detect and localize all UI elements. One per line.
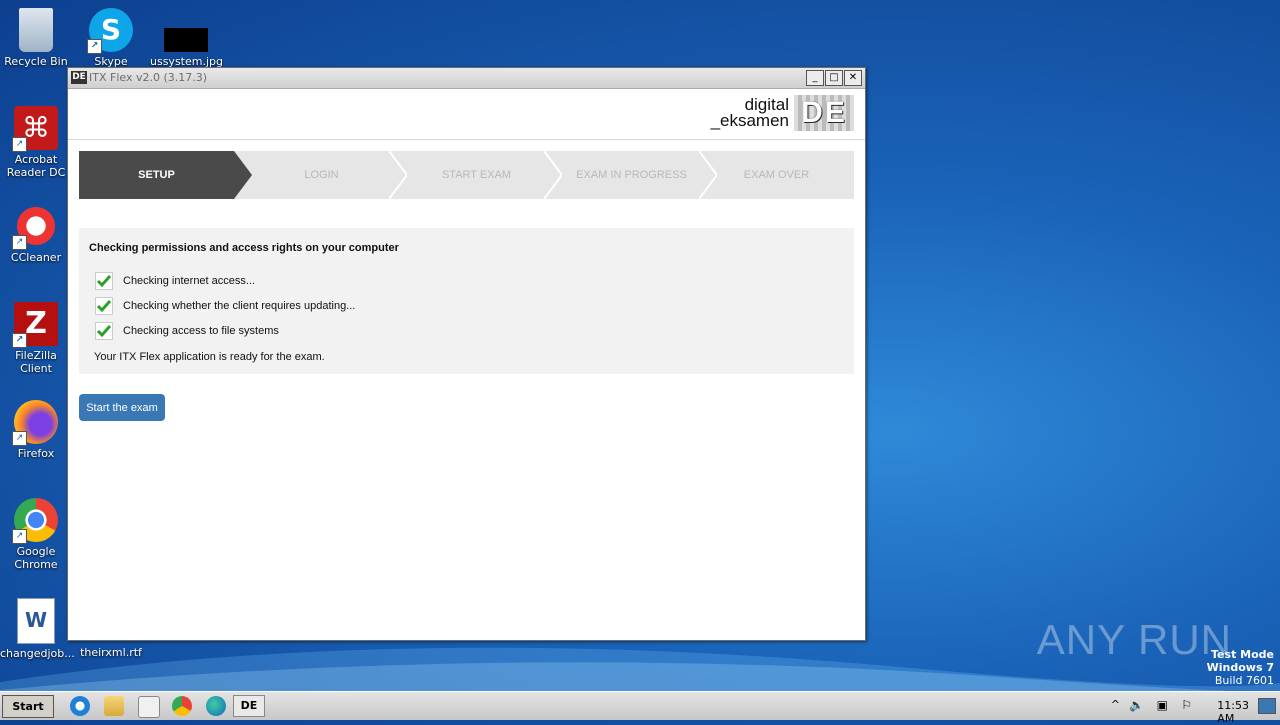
- file-explorer-icon[interactable]: [104, 696, 124, 716]
- panel-heading: Checking permissions and access rights o…: [89, 242, 399, 254]
- maximize-button[interactable]: □: [825, 70, 843, 86]
- media-player-icon[interactable]: [138, 696, 160, 718]
- build-line: Build 7601: [1214, 674, 1274, 687]
- desktop-icon-ccleaner[interactable]: ↗ CCleaner: [0, 204, 72, 264]
- start-label: Start: [12, 700, 44, 713]
- network-icon[interactable]: ▣: [1157, 698, 1168, 712]
- window-title: ITX Flex v2.0 (3.17.3): [89, 71, 208, 84]
- acrobat-icon: ⌘ ↗: [12, 106, 58, 152]
- checkmark-icon: [95, 322, 113, 340]
- desktop-icon-ussystem[interactable]: ussystem.jpg: [150, 8, 223, 68]
- step-separator-icon: [544, 151, 562, 199]
- action-center-flag-icon[interactable]: ⚐: [1181, 698, 1192, 712]
- ccleaner-icon: ↗: [12, 204, 58, 250]
- window-controls: _ □ ✕: [806, 70, 862, 86]
- desktop-icon-label: theirxml.rtf: [80, 646, 142, 659]
- internet-explorer-icon[interactable]: [70, 696, 90, 716]
- desktop-icon-label: changedjob...: [0, 647, 75, 660]
- ready-message: Your ITX Flex application is ready for t…: [94, 351, 325, 363]
- shortcut-arrow-icon: ↗: [12, 137, 27, 152]
- step-exam-over: EXAM OVER: [743, 169, 810, 181]
- desktop-icon-recycle-bin[interactable]: Recycle Bin: [0, 8, 72, 68]
- chrome-taskbar-icon[interactable]: [172, 696, 192, 716]
- check-label: Checking internet access...: [123, 275, 256, 287]
- desktop-icon-skype[interactable]: S ↗ Skype: [75, 8, 147, 68]
- shortcut-arrow-icon: ↗: [12, 235, 27, 250]
- taskbar-itx-flex-button[interactable]: DE: [233, 695, 265, 717]
- desktop-icon-label: Acrobat Reader DC: [6, 153, 66, 179]
- desktop-icon-label: FileZilla Client: [15, 349, 57, 375]
- minimize-button[interactable]: _: [806, 70, 824, 86]
- close-button[interactable]: ✕: [844, 70, 862, 86]
- anyrun-watermark: ANY RUN: [1036, 616, 1232, 663]
- recycle-bin-icon: [19, 8, 53, 52]
- taskbar-clock[interactable]: 11:53 AM: [1217, 699, 1249, 725]
- desktop-icon-label: Google Chrome: [14, 545, 58, 571]
- start-button[interactable]: Start: [2, 695, 54, 718]
- desktop-icon-filezilla[interactable]: Z ↗ FileZilla Client: [0, 302, 72, 375]
- step-separator-icon: [699, 151, 717, 199]
- start-exam-button[interactable]: Start the exam: [79, 394, 165, 421]
- step-exam-in-progress: EXAM IN PROGRESS: [576, 169, 687, 181]
- check-label: Checking whether the client requires upd…: [123, 300, 356, 312]
- desktop-icon-changedjob[interactable]: W changedjob...: [0, 598, 75, 660]
- permissions-panel: Checking permissions and access rights o…: [79, 228, 854, 374]
- brand-line-2: _eksamen: [710, 111, 789, 130]
- check-label: Checking access to file systems: [123, 325, 279, 337]
- windows-version-line: Windows 7: [1206, 661, 1274, 674]
- taskbar: Start DE ^ 🔈 ▣ ⚐ 11:53 AM: [0, 691, 1280, 725]
- shortcut-arrow-icon: ↗: [12, 333, 27, 348]
- firefox-icon: ↗: [12, 400, 58, 446]
- checkmark-icon: [95, 272, 113, 290]
- desktop-icon-label: CCleaner: [10, 251, 62, 264]
- check-item: Checking internet access...: [95, 272, 255, 290]
- chrome-icon: ↗: [12, 498, 58, 544]
- desktop-icon-acrobat[interactable]: ⌘ ↗ Acrobat Reader DC: [0, 106, 72, 179]
- check-item: Checking whether the client requires upd…: [95, 297, 355, 315]
- progress-steps: SETUP LOGIN START EXAM EXAM IN PROGRESS …: [79, 151, 854, 199]
- word-document-icon: W: [17, 598, 55, 644]
- step-login: LOGIN: [304, 169, 339, 181]
- desktop-icon-chrome[interactable]: ↗ Google Chrome: [0, 498, 72, 571]
- check-item: Checking access to file systems: [95, 322, 279, 340]
- show-hidden-icons-icon[interactable]: ^: [1111, 698, 1120, 711]
- step-start-exam: START EXAM: [441, 169, 512, 181]
- show-desktop-button[interactable]: [1258, 698, 1276, 714]
- test-mode-line: Test Mode: [1211, 648, 1274, 661]
- itx-flex-window: DE ITX Flex v2.0 (3.17.3) _ □ ✕ digital …: [67, 67, 866, 641]
- shortcut-arrow-icon: ↗: [87, 39, 102, 54]
- brand-header: digital _eksamen DE: [68, 89, 865, 140]
- checkmark-icon: [95, 297, 113, 315]
- shortcut-arrow-icon: ↗: [12, 431, 27, 446]
- edge-icon[interactable]: [206, 696, 226, 716]
- filezilla-icon: Z ↗: [12, 302, 58, 348]
- desktop-icon-label: Firefox: [17, 447, 55, 460]
- window-titlebar[interactable]: DE ITX Flex v2.0 (3.17.3) _ □ ✕: [68, 68, 865, 89]
- shortcut-arrow-icon: ↗: [12, 529, 27, 544]
- app-icon: DE: [71, 71, 87, 84]
- desktop-icon-firefox[interactable]: ↗ Firefox: [0, 400, 72, 460]
- brand-name: digital _eksamen: [710, 96, 789, 130]
- image-file-icon: [164, 28, 208, 52]
- step-separator-icon: [389, 151, 407, 199]
- brand-logo: DE: [794, 95, 854, 131]
- volume-icon[interactable]: 🔈: [1129, 698, 1144, 712]
- test-mode-notice: Test Mode Windows 7 Build 7601: [1207, 648, 1274, 687]
- step-setup: SETUP: [79, 151, 252, 199]
- desktop-icon-label: Recycle Bin: [4, 55, 68, 68]
- skype-icon: S ↗: [87, 8, 133, 54]
